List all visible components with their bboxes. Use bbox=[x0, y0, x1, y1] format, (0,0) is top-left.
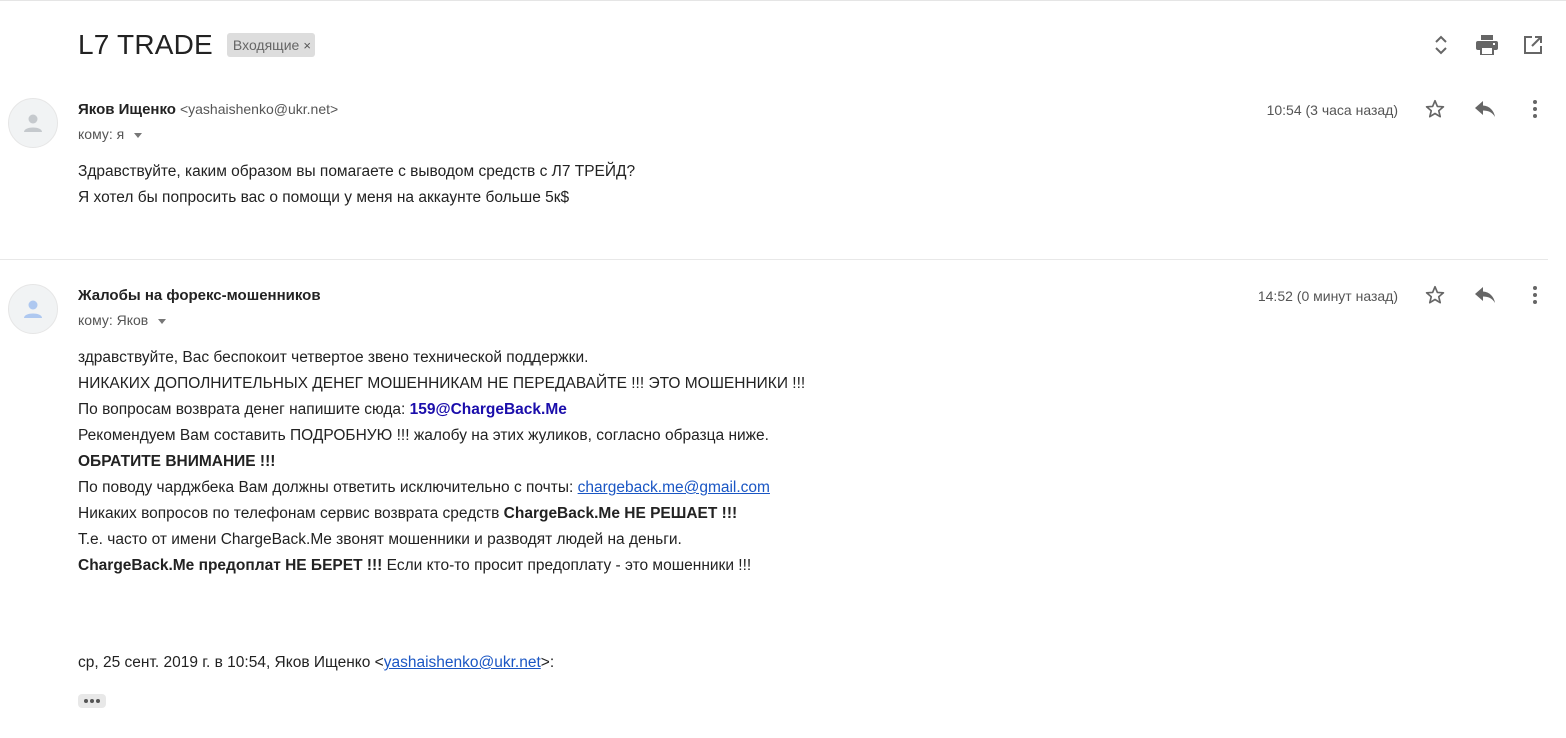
recipient-details-caret-icon[interactable] bbox=[134, 132, 143, 138]
body-line: ChargeBack.Me предоплат НЕ БЕРЕТ !!! Есл… bbox=[78, 553, 805, 579]
body-text: Если кто-то просит предоплату - это моше… bbox=[382, 557, 752, 574]
expand-collapse-icon[interactable] bbox=[1428, 32, 1454, 58]
recipient-label: кому: я bbox=[78, 126, 125, 142]
thread-header: L7 TRADE Входящие × bbox=[78, 28, 315, 62]
print-icon[interactable] bbox=[1474, 32, 1500, 58]
body-bold-text: ChargeBack.Me НЕ РЕШАЕТ !!! bbox=[503, 505, 738, 522]
avatar[interactable] bbox=[8, 98, 58, 148]
body-bold-text: ChargeBack.Me предоплат НЕ БЕРЕТ !!! bbox=[78, 557, 383, 574]
quote-prefix: ср, 25 сент. 2019 г. в 10:54, Яков Ищенк… bbox=[78, 654, 384, 671]
reply-icon[interactable] bbox=[1472, 282, 1498, 308]
quote-suffix: >: bbox=[540, 654, 555, 671]
top-border bbox=[0, 0, 1566, 1]
recipient-line: кому: я bbox=[78, 126, 143, 142]
body-line: По поводу чарджбека Вам должны ответить … bbox=[78, 475, 805, 501]
sender-email: <yashaishenko@ukr.net> bbox=[179, 101, 339, 117]
thread-actions bbox=[1428, 32, 1546, 58]
quote-email-link[interactable]: yashaishenko@ukr.net bbox=[384, 654, 541, 671]
recipient-label: кому: Яков bbox=[78, 312, 149, 328]
person-icon bbox=[24, 300, 42, 318]
message-actions bbox=[1422, 96, 1548, 122]
message-2: Жалобы на форекс-мошенников кому: Яков 1… bbox=[0, 278, 1548, 738]
message-actions bbox=[1422, 282, 1548, 308]
sender-name[interactable]: Жалобы на форекс-мошенников bbox=[78, 287, 321, 304]
remove-label-icon[interactable]: × bbox=[303, 38, 311, 53]
body-text: Никаких вопросов по телефонам сервис воз… bbox=[78, 505, 504, 522]
body-text: По вопросам возврата денег напишите сюда… bbox=[78, 401, 410, 418]
star-icon[interactable] bbox=[1422, 96, 1448, 122]
message-body: здравствуйте, Вас беспокоит четвертое зв… bbox=[78, 345, 805, 579]
body-line: Я хотел бы попросить вас о помощи у меня… bbox=[78, 189, 570, 206]
body-line: здравствуйте, Вас беспокоит четвертое зв… bbox=[78, 349, 589, 366]
thread-subject: L7 TRADE bbox=[78, 29, 213, 60]
label-chip-inbox[interactable]: Входящие × bbox=[226, 33, 315, 57]
chargeback-email-link[interactable]: 159@ChargeBack.Me bbox=[410, 401, 567, 418]
more-options-icon[interactable] bbox=[1522, 282, 1548, 308]
sender-line: Яков Ищенко <yashaishenko@ukr.net> bbox=[78, 101, 338, 118]
body-line: НИКАКИХ ДОПОЛНИТЕЛЬНЫХ ДЕНЕГ МОШЕННИКАМ … bbox=[78, 375, 806, 392]
body-line: ОБРАТИТЕ ВНИМАНИЕ !!! bbox=[78, 453, 276, 470]
body-line: Здравствуйте, каким образом вы помагаете… bbox=[78, 163, 636, 180]
message-divider bbox=[0, 259, 1548, 260]
recipient-details-caret-icon[interactable] bbox=[158, 318, 167, 324]
star-icon[interactable] bbox=[1422, 282, 1448, 308]
label-chip-text: Входящие bbox=[232, 37, 300, 53]
gmail-email-link[interactable]: chargeback.me@gmail.com bbox=[578, 479, 770, 496]
more-options-icon[interactable] bbox=[1522, 96, 1548, 122]
body-text: По поводу чарджбека Вам должны ответить … bbox=[78, 479, 578, 496]
timestamp: 14:52 (0 минут назад) bbox=[1257, 288, 1398, 304]
show-trimmed-content-button[interactable] bbox=[78, 694, 106, 708]
open-in-new-window-icon[interactable] bbox=[1520, 32, 1546, 58]
person-icon bbox=[24, 114, 42, 132]
timestamp: 10:54 (3 часа назад) bbox=[1266, 102, 1398, 118]
body-line: Никаких вопросов по телефонам сервис воз… bbox=[78, 501, 805, 527]
sender-name[interactable]: Яков Ищенко bbox=[78, 101, 176, 118]
recipient-line: кому: Яков bbox=[78, 312, 167, 328]
body-line: По вопросам возврата денег напишите сюда… bbox=[78, 397, 805, 423]
body-line: Т.е. часто от имени ChargeBack.Me звонят… bbox=[78, 531, 682, 548]
body-line: Рекомендуем Вам составить ПОДРОБНУЮ !!! … bbox=[78, 427, 769, 444]
message-body: Здравствуйте, каким образом вы помагаете… bbox=[78, 159, 635, 211]
sender-line: Жалобы на форекс-мошенников bbox=[78, 287, 321, 304]
message-1: Яков Ищенко <yashaishenko@ukr.net> кому: … bbox=[0, 92, 1548, 260]
quoted-header: ср, 25 сент. 2019 г. в 10:54, Яков Ищенк… bbox=[78, 654, 554, 672]
reply-icon[interactable] bbox=[1472, 96, 1498, 122]
avatar[interactable] bbox=[8, 284, 58, 334]
